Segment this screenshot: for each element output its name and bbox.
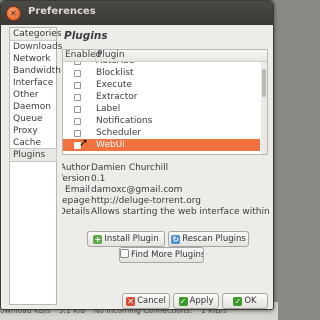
table-row[interactable]: Scheduler	[63, 127, 260, 139]
table-header-overlay: Enabled Plugin	[63, 50, 267, 62]
plugin-name: Blocklist	[96, 68, 134, 78]
rescan-plugins-label: Rescan Plugins	[182, 234, 246, 244]
version-value: 0.1	[91, 174, 106, 184]
vertical-scrollbar[interactable]	[261, 61, 267, 154]
checkmark-icon: ✓	[233, 297, 243, 306]
category-downloads[interactable]: Downloads	[10, 41, 62, 53]
enable-checkbox[interactable]	[74, 70, 81, 77]
plugins-table: Enabled Plugin AutoAdd Enabled Plugin Bl…	[62, 49, 268, 155]
category-bandwidth[interactable]: Bandwidth	[10, 65, 61, 77]
search-icon	[120, 249, 129, 258]
install-plugin-button[interactable]: + Install Plugin	[87, 231, 165, 247]
column-plugin-label: Plugin	[97, 50, 125, 60]
scrollbar-thumb[interactable]	[262, 69, 266, 97]
plugin-name: Scheduler	[96, 128, 142, 138]
ok-label: OK	[244, 296, 257, 306]
mouse-cursor-icon: ➚	[79, 136, 89, 149]
enable-checkbox[interactable]	[74, 94, 81, 101]
ok-button[interactable]: ✓ OK	[222, 293, 268, 309]
titlebar: Preferences	[1, 1, 273, 25]
categories-header: Categories	[10, 28, 62, 41]
homepage-value: http://deluge-torrent.org	[91, 196, 201, 206]
category-proxy[interactable]: Proxy	[10, 125, 56, 137]
checkmark-icon: ✓	[178, 297, 188, 306]
category-other[interactable]: Other	[10, 89, 56, 101]
apply-button[interactable]: ✓ Apply	[173, 293, 219, 309]
cancel-icon: ✕	[126, 297, 136, 306]
author-label: Author:	[62, 163, 90, 173]
details-value: Allows starting the web interface within…	[91, 207, 273, 217]
category-daemon[interactable]: Daemon	[10, 101, 56, 113]
install-plugin-label: Install Plugin	[104, 234, 159, 244]
category-cache[interactable]: Cache	[10, 137, 56, 149]
details-label: Details:	[62, 207, 90, 217]
column-divider-line	[95, 50, 96, 61]
category-plugins[interactable]: Plugins	[9, 148, 57, 162]
plugin-name: Extractor	[96, 92, 138, 102]
table-row[interactable]: Blocklist	[63, 67, 260, 79]
window-title: Preferences	[28, 6, 96, 17]
plugin-name: Label	[96, 104, 121, 114]
version-label: Version:	[62, 174, 90, 184]
category-interface[interactable]: Interface	[10, 77, 56, 89]
email-label: Author Email:	[62, 185, 90, 195]
plugin-name: WebUi	[96, 140, 125, 150]
find-more-label: Find More Plugins	[131, 250, 204, 260]
author-value: Damien Churchill	[91, 163, 169, 173]
plugin-name: Execute	[96, 80, 132, 90]
close-window-button[interactable]	[6, 6, 21, 21]
table-row[interactable]: Label	[63, 103, 260, 115]
rescan-plugins-button[interactable]: ↻ Rescan Plugins	[168, 231, 249, 247]
table-row[interactable]: Execute	[63, 79, 260, 91]
cancel-button[interactable]: ✕ Cancel	[122, 293, 170, 309]
homepage-label: Homepage:	[62, 196, 90, 206]
enable-checkbox[interactable]	[74, 106, 81, 113]
categories-list: Categories Downloads Network Bandwidth I…	[9, 27, 62, 305]
enable-checkbox[interactable]	[74, 118, 81, 125]
page-title: Plugins	[64, 30, 108, 42]
category-network[interactable]: Network	[10, 53, 56, 65]
apply-label: Apply	[189, 296, 214, 306]
plugin-info: Author: Damien Churchill Version: 0.1 Au…	[62, 163, 273, 219]
preferences-dialog: Preferences Categories Downloads Network…	[0, 0, 274, 310]
find-more-plugins-button[interactable]: Find More Plugins	[119, 247, 204, 263]
table-row[interactable]: Notifications	[63, 115, 260, 127]
category-queue[interactable]: Queue	[10, 113, 56, 125]
cancel-label: Cancel	[137, 296, 166, 306]
add-icon: +	[93, 235, 103, 244]
email-value: damoxc@gmail.com	[91, 185, 183, 195]
table-row-selected[interactable]: ➚ WebUi	[63, 136, 260, 151]
plugin-name: Notifications	[96, 116, 153, 126]
refresh-icon: ↻	[171, 235, 181, 244]
enable-checkbox[interactable]	[74, 82, 81, 89]
table-row[interactable]: Extractor	[63, 91, 260, 103]
